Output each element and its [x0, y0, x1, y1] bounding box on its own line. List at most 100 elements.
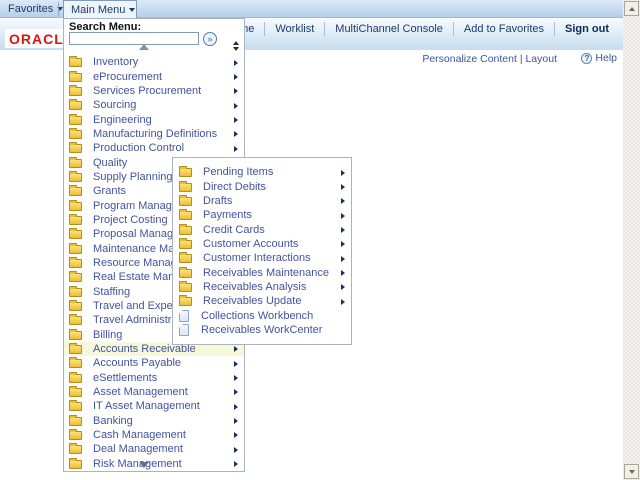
- menu-item-label: Production Control: [93, 142, 185, 155]
- folder-icon: [69, 127, 82, 139]
- header-nav-links: Home Worklist MultiChannel Console Add t…: [215, 22, 619, 36]
- folder-icon: [69, 142, 82, 154]
- main-menu-item[interactable]: Sourcing: [64, 98, 244, 112]
- folder-icon: [69, 170, 82, 182]
- main-menu-item[interactable]: Inventory: [64, 55, 244, 69]
- submenu-item[interactable]: Customer Interactions: [173, 251, 351, 265]
- submenu-item[interactable]: Collections Workbench: [173, 308, 351, 322]
- menu-item-label: Staffing: [93, 285, 131, 298]
- menu-scroll-down-arrow[interactable]: [64, 462, 224, 468]
- topbar-divider: [58, 2, 59, 16]
- submenu-arrow-icon: [341, 269, 345, 276]
- submenu-list: Pending Items Direct Debits Drafts Payme…: [173, 165, 351, 344]
- main-menu-item[interactable]: Banking: [64, 414, 244, 428]
- header-nav-link-label: Add to Favorites: [463, 23, 544, 35]
- menu-item-label: Engineering: [93, 113, 152, 126]
- folder-icon: [69, 314, 82, 326]
- submenu-item[interactable]: Receivables WorkCenter: [173, 323, 351, 337]
- triangle-down-icon: [233, 47, 239, 51]
- favorites-menu-button[interactable]: Favorites: [8, 3, 64, 15]
- folder-icon: [179, 323, 189, 336]
- submenu-item-label: Receivables WorkCenter: [201, 323, 323, 336]
- submenu-arrow-icon: [234, 88, 238, 95]
- menu-item-label: Quality: [93, 156, 128, 169]
- submenu-arrow-icon: [234, 432, 238, 439]
- submenu-arrow-icon: [234, 145, 238, 152]
- folder-icon: [69, 242, 82, 254]
- folder-icon: [179, 223, 192, 235]
- submenu-item-label: Receivables Update: [203, 295, 302, 308]
- submenu-arrow-icon: [234, 59, 238, 66]
- main-menu-item[interactable]: Production Control: [64, 141, 244, 155]
- submenu-arrow-icon: [341, 284, 345, 291]
- submenu-arrow-icon: [341, 241, 345, 248]
- menu-item-label: eProcurement: [93, 70, 163, 83]
- scrollbar-down-button[interactable]: [624, 464, 639, 479]
- submenu-item[interactable]: Payments: [173, 208, 351, 222]
- menu-item-label: Cash Management: [93, 429, 186, 442]
- folder-icon: [69, 400, 82, 412]
- submenu-arrow-icon: [234, 375, 238, 382]
- folder-icon: [179, 237, 192, 249]
- submenu-item[interactable]: Receivables Update: [173, 294, 351, 308]
- submenu-arrow-icon: [234, 102, 238, 109]
- folder-icon: [69, 371, 82, 383]
- menu-item-label: eSettlements: [93, 371, 158, 384]
- header-nav-link[interactable]: Worklist: [265, 22, 326, 36]
- folder-icon: [69, 99, 82, 111]
- header-nav-link[interactable]: Add to Favorites: [454, 22, 555, 36]
- scrollbar-up-button[interactable]: [624, 1, 639, 16]
- menu-resize-widget[interactable]: [233, 41, 239, 51]
- menu-item-label: Sourcing: [93, 99, 137, 112]
- submenu-arrow-icon: [341, 298, 345, 305]
- folder-icon: [69, 443, 82, 455]
- submenu-arrow-icon: [341, 183, 345, 190]
- main-menu-item[interactable]: eProcurement: [64, 69, 244, 83]
- menu-item-label: Banking: [93, 414, 133, 427]
- main-menu-item[interactable]: IT Asset Management: [64, 399, 244, 413]
- header-nav-link-label: Worklist: [275, 23, 315, 35]
- folder-icon: [179, 309, 189, 322]
- folder-icon: [69, 84, 82, 96]
- submenu-arrow-icon: [234, 73, 238, 80]
- folder-icon: [69, 213, 82, 225]
- main-menu-item[interactable]: Deal Management: [64, 442, 244, 456]
- submenu-item-label: Drafts: [203, 194, 233, 207]
- folder-icon: [69, 357, 82, 369]
- submenu-item[interactable]: Receivables Analysis: [173, 280, 351, 294]
- menu-scroll-up-arrow[interactable]: [64, 44, 224, 50]
- main-menu-item[interactable]: Manufacturing Definitions: [64, 127, 244, 141]
- main-menu-item[interactable]: Cash Management: [64, 428, 244, 442]
- personalize-content-layout-links[interactable]: Personalize Content | Layout: [422, 53, 557, 65]
- folder-icon: [69, 56, 82, 68]
- submenu-item[interactable]: Receivables Maintenance: [173, 265, 351, 279]
- submenu-item-label: Pending Items: [203, 166, 274, 179]
- submenu-item[interactable]: Customer Accounts: [173, 237, 351, 251]
- submenu-item-label: Customer Interactions: [203, 252, 311, 265]
- header-nav-link[interactable]: MultiChannel Console: [325, 22, 454, 36]
- submenu-arrow-icon: [341, 212, 345, 219]
- header-nav-link[interactable]: Sign out: [555, 22, 619, 36]
- submenu-arrow-icon: [341, 226, 345, 233]
- main-menu-item[interactable]: eSettlements: [64, 371, 244, 385]
- submenu-arrow-icon: [341, 255, 345, 262]
- submenu-item[interactable]: Credit Cards: [173, 222, 351, 236]
- page-scrollbar[interactable]: [623, 0, 640, 480]
- help-link[interactable]: ? Help: [581, 52, 617, 64]
- submenu-item[interactable]: Drafts: [173, 194, 351, 208]
- scroll-down-icon: [628, 469, 635, 474]
- folder-icon: [179, 209, 192, 221]
- submenu-item-label: Receivables Maintenance: [203, 266, 329, 279]
- menu-item-label: Services Procurement: [93, 84, 202, 97]
- menu-item-label: IT Asset Management: [93, 400, 200, 413]
- submenu-arrow-icon: [234, 346, 238, 353]
- main-menu-item[interactable]: Services Procurement: [64, 84, 244, 98]
- main-menu-item[interactable]: Asset Management: [64, 385, 244, 399]
- folder-icon: [69, 271, 82, 283]
- folder-icon: [69, 429, 82, 441]
- main-menu-button[interactable]: Main Menu: [63, 0, 137, 18]
- main-menu-item[interactable]: Accounts Payable: [64, 356, 244, 370]
- main-menu-item[interactable]: Engineering: [64, 112, 244, 126]
- submenu-item[interactable]: Direct Debits: [173, 179, 351, 193]
- submenu-item[interactable]: Pending Items: [173, 165, 351, 179]
